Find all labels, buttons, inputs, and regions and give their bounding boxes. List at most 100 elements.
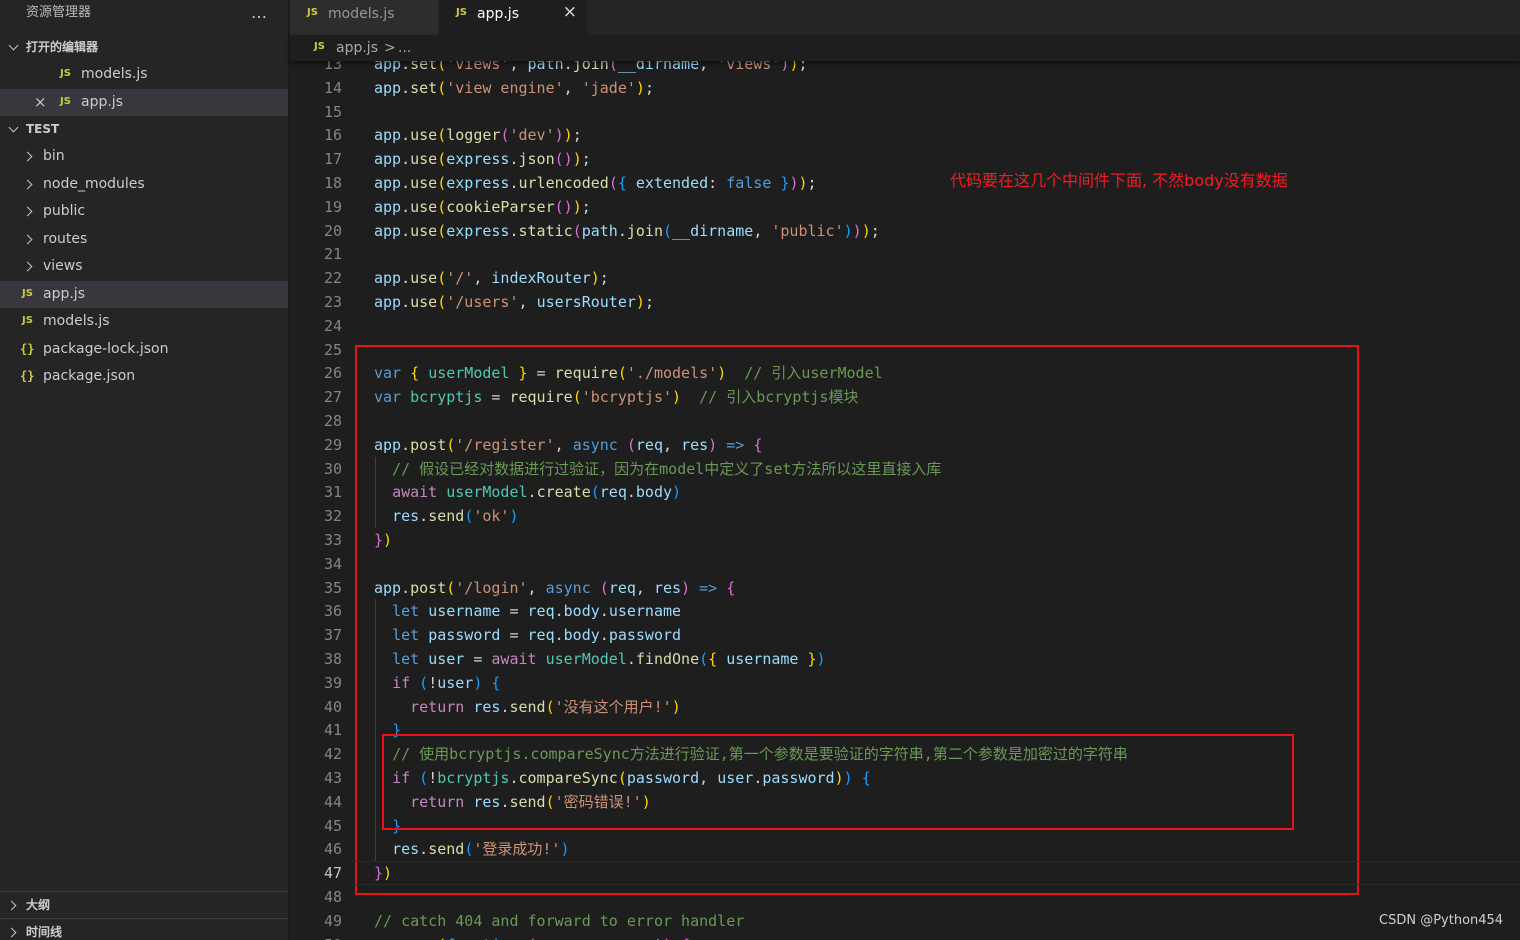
- open-editors-section[interactable]: 打开的编辑器: [0, 34, 288, 61]
- js-icon: JS: [22, 315, 33, 326]
- chevron-right-icon: [22, 261, 33, 272]
- line-number: 16: [323, 126, 342, 145]
- line-number: 18: [323, 174, 342, 192]
- js-icon: JS: [22, 287, 33, 299]
- timeline-label: 时间线: [26, 925, 63, 939]
- folder-label: public: [43, 203, 86, 219]
- line-number: 46: [323, 840, 342, 859]
- folder-node-modules[interactable]: node_modules: [0, 171, 288, 199]
- line-number: 28: [323, 412, 342, 430]
- code-line: // catch 404 and forward to error handle…: [374, 911, 745, 930]
- folder-bin[interactable]: bin: [0, 143, 288, 171]
- chevron-right-icon: [6, 927, 17, 938]
- json-icon: {}: [20, 341, 35, 356]
- folder-views[interactable]: views: [0, 253, 288, 281]
- line-number: 36: [323, 602, 342, 621]
- js-icon: JS: [60, 95, 71, 107]
- code-editor[interactable]: 13 14 15 16 17 18 19 20 21 22 23 24 25 26 27 28 29 30 31 32…: [290, 61, 1520, 940]
- folder-label: routes: [43, 230, 88, 247]
- js-icon: JS: [456, 7, 467, 18]
- line-number: 14: [323, 78, 342, 97]
- js-icon: JS: [314, 41, 325, 52]
- tab-label: models.js: [328, 6, 395, 22]
- line-number: 13: [323, 61, 342, 73]
- watermark: CSDN @Python454: [1379, 913, 1504, 928]
- close-icon[interactable]: ×: [34, 89, 47, 116]
- breadcrumb-trail[interactable]: ...: [398, 35, 411, 61]
- file-label: package.json: [43, 368, 136, 384]
- workspace-label: TEST: [26, 122, 60, 136]
- explorer-header: 资源管理器 …: [0, 0, 288, 26]
- chevron-down-icon: [8, 40, 19, 51]
- line-number: 29: [323, 435, 342, 454]
- line-number: 30: [323, 459, 342, 478]
- line-number: 35: [323, 578, 342, 597]
- file-label: app.js: [43, 285, 85, 302]
- line-number: 43: [323, 769, 342, 787]
- tab-app-js[interactable]: JS app.js ×: [439, 0, 587, 35]
- line-number: 49: [323, 911, 342, 930]
- line-number: 45: [323, 816, 342, 835]
- line-number: 47: [323, 864, 342, 883]
- red-annotation-text: 代码要在这几个中间件下面, 不然body没有数据: [950, 171, 1288, 190]
- line-number: 21: [323, 245, 342, 264]
- breadcrumb-file[interactable]: app.js: [336, 35, 378, 61]
- explorer-title: 资源管理器: [26, 5, 92, 20]
- folder-public[interactable]: public: [0, 198, 288, 226]
- json-icon: {}: [20, 369, 35, 383]
- code-line: app.use(express.json());: [374, 150, 591, 169]
- open-editors-label: 打开的编辑器: [26, 40, 99, 54]
- folder-label: views: [43, 258, 83, 274]
- line-number: 41: [323, 721, 342, 740]
- open-editor-app-js[interactable]: × JS app.js: [0, 88, 288, 116]
- highlight-box-inner: [382, 734, 1294, 830]
- js-icon: JS: [60, 68, 71, 79]
- line-number: 44: [323, 792, 342, 811]
- folder-label: node_modules: [43, 175, 145, 192]
- file-models-js[interactable]: JS models.js: [0, 308, 288, 336]
- open-editor-models-js[interactable]: JS models.js: [0, 61, 288, 89]
- line-number: 15: [323, 102, 342, 121]
- chevron-down-icon: [8, 122, 19, 133]
- timeline-section[interactable]: 时间线: [0, 918, 288, 940]
- editor-tabs: JS models.js JS app.js ×: [290, 0, 1520, 35]
- js-icon: JS: [307, 7, 318, 18]
- line-number: 42: [323, 745, 342, 764]
- code-line: app.use('/', indexRouter);: [374, 269, 609, 288]
- file-package-lock-json[interactable]: {} package-lock.json: [0, 336, 288, 364]
- more-actions-icon[interactable]: …: [251, 0, 268, 26]
- code-line: app.use(express.static(path.join(__dirna…: [374, 221, 880, 240]
- chevron-right-icon: [22, 206, 33, 217]
- line-number: 25: [323, 340, 342, 359]
- folder-label: bin: [43, 148, 65, 164]
- line-number: 22: [323, 269, 342, 288]
- code-line: app.use(function (req, res, next) {: [374, 933, 690, 940]
- line-number: 32: [323, 507, 342, 526]
- code-line: app.set('view engine', 'jade');: [374, 78, 654, 97]
- line-number: 17: [323, 150, 342, 169]
- line-number: 40: [323, 697, 342, 716]
- line-number: 20: [323, 221, 342, 240]
- line-number: 27: [323, 388, 342, 407]
- folder-routes[interactable]: routes: [0, 226, 288, 254]
- code-line: app.use('/users', usersRouter);: [374, 293, 654, 311]
- outline-section[interactable]: 大纲: [0, 891, 288, 918]
- file-label: models.js: [81, 66, 148, 82]
- line-number: 38: [323, 650, 342, 668]
- file-package-json[interactable]: {} package.json: [0, 363, 288, 391]
- close-icon[interactable]: ×: [563, 0, 577, 25]
- code-line: app.use(express.urlencoded({ extended: f…: [374, 174, 817, 192]
- current-line-highlight: [350, 861, 1520, 886]
- breadcrumb-separator: >: [384, 40, 396, 56]
- chevron-right-icon: [22, 151, 33, 162]
- file-app-js[interactable]: JS app.js: [0, 280, 288, 308]
- line-number: 37: [323, 626, 342, 645]
- workspace-section[interactable]: TEST: [0, 116, 288, 143]
- tab-models-js[interactable]: JS models.js: [290, 0, 438, 35]
- breadcrumb: JS app.js > ...: [290, 35, 1520, 61]
- outline-label: 大纲: [26, 898, 51, 912]
- indent-guide: [375, 599, 376, 862]
- line-number: 33: [323, 531, 342, 549]
- code-line: app.use(logger('dev'));: [374, 126, 582, 145]
- indent-guide: [375, 456, 376, 528]
